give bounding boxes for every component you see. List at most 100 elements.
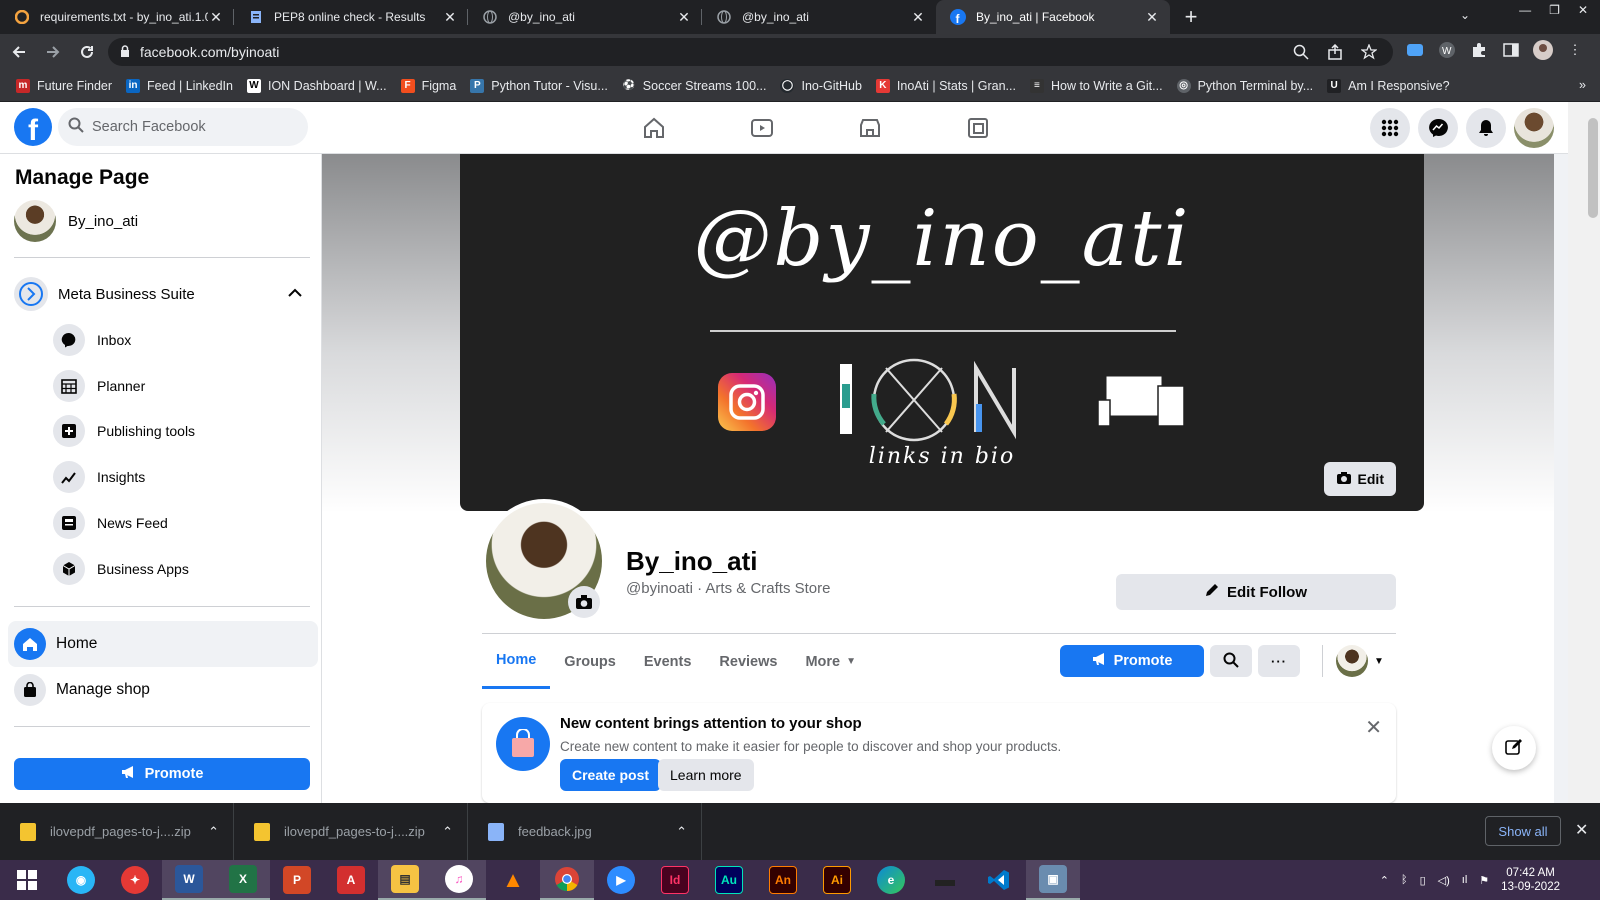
sound-icon[interactable]: ◁) <box>1438 874 1450 887</box>
bookmark-item[interactable]: in Feed | LinkedIn <box>126 78 233 93</box>
notifications-bell-icon[interactable] <box>1466 108 1506 148</box>
bookmark-item[interactable]: ◯ Ino-GitHub <box>780 78 862 93</box>
sidebar-nav-home[interactable]: Home <box>8 621 318 667</box>
taskbar-app[interactable]: ♫ <box>432 860 486 900</box>
download-item[interactable]: ilovepdf_pages-to-j....zip ⌃ <box>0 803 234 860</box>
taskbar-app[interactable]: ✦ <box>108 860 162 900</box>
taskbar-app[interactable]: ▬ <box>918 860 972 900</box>
tab-reviews[interactable]: Reviews <box>705 634 791 689</box>
system-clock[interactable]: 07:42 AM 13-09-2022 <box>1501 866 1560 894</box>
taskbar-app[interactable]: X <box>216 860 270 900</box>
profile-avatar-icon[interactable] <box>1533 40 1553 60</box>
switch-profile-button[interactable]: ▼ <box>1336 645 1384 677</box>
taskbar-app[interactable]: A <box>324 860 378 900</box>
bluetooth-icon[interactable]: ᛒ <box>1401 874 1408 886</box>
browser-menu-icon[interactable]: ⋮ <box>1565 40 1585 60</box>
sidebar-item-publishing-tools[interactable]: Publishing tools <box>53 415 195 447</box>
tray-chevron-icon[interactable]: ⌃ <box>1380 874 1389 887</box>
taskbar-app[interactable] <box>540 860 594 900</box>
browser-tab[interactable]: requirements.txt - by_ino_ati.1.0 ✕ <box>0 0 234 34</box>
taskbar-app[interactable]: ▶ <box>594 860 648 900</box>
close-tab-icon[interactable]: ✕ <box>1144 9 1160 25</box>
extensions-puzzle-icon[interactable] <box>1469 40 1489 60</box>
restore-icon[interactable]: ❐ <box>1549 3 1560 17</box>
browser-tab-active[interactable]: f By_ino_ati | Facebook ✕ <box>936 0 1170 34</box>
battery-icon[interactable]: ▯ <box>1420 874 1426 887</box>
back-icon[interactable] <box>4 37 34 67</box>
nav-home-icon[interactable] <box>600 102 708 154</box>
browser-tab[interactable]: @by_ino_ati ✕ <box>702 0 936 34</box>
sidebar-item-news-feed[interactable]: News Feed <box>53 507 168 539</box>
camera-icon[interactable] <box>568 586 600 618</box>
tab-groups[interactable]: Groups <box>550 634 630 689</box>
bookmark-item[interactable]: U Am I Responsive? <box>1327 78 1450 93</box>
tab-events[interactable]: Events <box>630 634 706 689</box>
close-tab-icon[interactable]: ✕ <box>208 9 224 25</box>
taskbar-app[interactable]: P <box>270 860 324 900</box>
minimize-icon[interactable]: — <box>1519 3 1531 17</box>
taskbar-app[interactable]: ◉ <box>54 860 108 900</box>
bookmark-item[interactable]: ≡ How to Write a Git... <box>1029 78 1163 93</box>
menu-grid-icon[interactable] <box>1370 108 1410 148</box>
close-downloads-icon[interactable]: ✕ <box>1575 820 1588 840</box>
tab-more[interactable]: More ▼ <box>791 634 870 689</box>
bookmark-item[interactable]: K InoAti | Stats | Gran... <box>875 78 1016 93</box>
meta-business-suite-toggle[interactable]: Meta Business Suite <box>14 277 310 311</box>
account-avatar[interactable] <box>1514 108 1554 148</box>
sidebar-nav-manage-shop[interactable]: Manage shop <box>8 667 318 713</box>
chevron-up-icon[interactable] <box>288 285 302 302</box>
taskbar-app[interactable]: W <box>162 860 216 900</box>
wifi-signal-icon[interactable]: ıl <box>1462 874 1468 886</box>
promote-button[interactable]: Promote <box>1060 645 1204 677</box>
edit-cover-button[interactable]: Edit <box>1323 462 1396 496</box>
nav-gaming-icon[interactable] <box>924 102 1032 154</box>
download-item[interactable]: ilovepdf_pages-to-j....zip ⌃ <box>234 803 468 860</box>
nav-marketplace-icon[interactable] <box>816 102 924 154</box>
taskbar-app[interactable]: e <box>864 860 918 900</box>
page-search-button[interactable] <box>1210 645 1252 677</box>
bookmark-item[interactable]: P Python Tutor - Visu... <box>470 78 608 93</box>
share-icon[interactable] <box>1327 43 1343 63</box>
taskbar-app[interactable]: An <box>756 860 810 900</box>
close-tab-icon[interactable]: ✕ <box>442 9 458 25</box>
close-tab-icon[interactable]: ✕ <box>676 9 692 25</box>
nav-watch-icon[interactable] <box>708 102 816 154</box>
learn-more-button[interactable]: Learn more <box>658 759 754 791</box>
bookmark-item[interactable]: ◎ Python Terminal by... <box>1176 78 1313 93</box>
edit-follow-button[interactable]: Edit Follow <box>1116 574 1396 610</box>
search-input[interactable]: Search Facebook <box>58 108 308 146</box>
bookmark-item[interactable]: W ION Dashboard | W... <box>246 78 387 93</box>
chevron-up-icon[interactable]: ⌃ <box>676 824 687 840</box>
taskbar-app[interactable]: ▲ <box>486 860 540 900</box>
browser-tab[interactable]: PEP8 online check - Results ✕ <box>234 0 468 34</box>
tab-home[interactable]: Home <box>482 634 551 689</box>
show-all-downloads-button[interactable]: Show all <box>1485 816 1561 846</box>
close-tab-icon[interactable]: ✕ <box>910 9 926 25</box>
browser-tab[interactable]: @by_ino_ati ✕ <box>468 0 702 34</box>
close-icon[interactable]: ✕ <box>1365 715 1382 740</box>
sidebar-page-link[interactable]: By_ino_ati <box>14 200 138 242</box>
facebook-logo-icon[interactable]: f <box>14 108 52 146</box>
chevron-up-icon[interactable]: ⌃ <box>208 824 219 840</box>
taskbar-app[interactable] <box>972 860 1026 900</box>
taskbar-app[interactable]: ▤ <box>378 860 432 900</box>
new-tab-button[interactable]: + <box>1176 0 1206 34</box>
tab-search-icon[interactable]: ⌄ <box>1460 8 1470 22</box>
taskbar-app[interactable]: Id <box>648 860 702 900</box>
close-window-icon[interactable]: ✕ <box>1578 3 1588 17</box>
sidebar-item-business-apps[interactable]: Business Apps <box>53 553 189 585</box>
sidebar-promote-button[interactable]: Promote <box>14 758 310 790</box>
sidebar-item-insights[interactable]: Insights <box>53 461 145 493</box>
taskbar-app[interactable]: Au <box>702 860 756 900</box>
compose-message-button[interactable] <box>1492 726 1536 770</box>
forward-icon[interactable] <box>38 37 68 67</box>
bookmark-star-icon[interactable] <box>1360 43 1378 63</box>
create-post-button[interactable]: Create post <box>560 759 662 791</box>
flag-icon[interactable]: ⚑ <box>1479 874 1489 887</box>
bookmark-item[interactable]: m Future Finder <box>16 78 112 93</box>
sidebar-item-planner[interactable]: Planner <box>53 370 145 402</box>
download-item[interactable]: feedback.jpg ⌃ <box>468 803 702 860</box>
chevron-up-icon[interactable]: ⌃ <box>442 824 453 840</box>
more-bookmarks-icon[interactable]: » <box>1579 78 1586 92</box>
start-button[interactable] <box>0 860 54 900</box>
